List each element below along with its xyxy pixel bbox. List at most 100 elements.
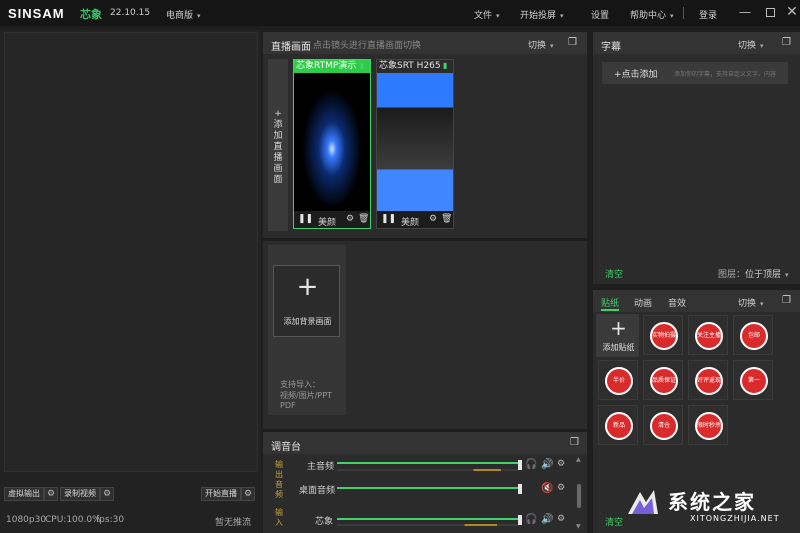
tab-sound-effects[interactable]: 音效 — [668, 296, 686, 309]
pause-icon[interactable]: ❚❚ — [381, 214, 396, 224]
subtitle-clear-button[interactable]: 清空 — [605, 267, 623, 280]
sticker-item[interactable]: 包邮 — [733, 315, 773, 355]
gear-icon[interactable]: ⚙ — [100, 487, 114, 501]
level-bar — [337, 469, 519, 471]
tab-active-indicator — [601, 309, 619, 311]
subtitle-title: 字幕 — [601, 42, 621, 53]
channel-meter[interactable] — [337, 518, 519, 526]
sticker-item[interactable]: 第一 — [733, 360, 773, 400]
signal-icon: ▮ — [360, 61, 365, 70]
beauty-button[interactable]: 美颜 — [318, 215, 336, 228]
sticker-item[interactable]: 限时秒杀 — [688, 405, 728, 445]
volume-slider-handle[interactable] — [518, 484, 522, 494]
settings-menu[interactable]: 设置 — [591, 8, 609, 21]
add-subtitle-button[interactable]: +点击添加 添加你的字幕，支持自定义文字、内容 — [602, 62, 788, 84]
volume-slider-handle[interactable] — [518, 515, 522, 525]
gear-icon[interactable]: ⚙ — [241, 487, 255, 501]
scroll-up-icon[interactable]: ▲ — [576, 456, 581, 463]
watermark-brand: 系统之家 — [668, 490, 756, 514]
subtitle-switch-dropdown[interactable]: 切换 ▾ — [738, 38, 764, 51]
layer-dropdown[interactable]: 位于顶层 ▾ — [745, 267, 789, 280]
minimize-icon[interactable]: — — [737, 4, 753, 20]
close-icon[interactable]: ✕ — [784, 4, 800, 20]
chevron-down-icon: ▾ — [496, 12, 500, 20]
login-button[interactable]: 登录 — [699, 8, 717, 21]
stickers-switch-dropdown[interactable]: 切换 ▾ — [738, 296, 764, 309]
sticker-seal: 关注主播福利多多 — [695, 322, 723, 350]
live-switch-dropdown[interactable]: 切换 ▾ — [528, 38, 554, 51]
mixer-scrollbar[interactable]: ▲ ▼ — [576, 456, 582, 532]
help-menu[interactable]: 帮助中心 ▾ — [630, 8, 674, 21]
speaker-icon[interactable]: 🔊 — [541, 514, 553, 525]
file-menu-label: 文件 — [474, 11, 493, 21]
plus-icon: + — [610, 316, 627, 340]
sticker-item[interactable]: 品质保证 — [643, 360, 683, 400]
sticker-item[interactable]: 关注主播福利多多 — [688, 315, 728, 355]
popout-icon[interactable]: ❐ — [782, 37, 791, 48]
sticker-seal: 新品 — [605, 412, 633, 440]
tab-animations[interactable]: 动画 — [634, 296, 652, 309]
sticker-seal: 半价 — [605, 367, 633, 395]
scene-tile[interactable]: 芯象SRT H265 ▮ ❚❚ 美颜 ⚙ 🗑 — [376, 59, 454, 229]
live-switch-label: 切换 — [528, 41, 547, 51]
sticker-item[interactable]: 半价 — [598, 360, 638, 400]
edition-dropdown[interactable]: 电商版 ▾ — [166, 8, 201, 21]
record-video-button[interactable]: 录制视频 — [60, 487, 100, 501]
gear-icon[interactable]: ⚙ — [44, 487, 58, 501]
trash-icon[interactable]: 🗑 — [358, 214, 369, 224]
popout-icon[interactable]: ❐ — [782, 295, 791, 306]
background-column: + 添加背景画面 支持导入： 视频/图片/PPT PDF — [268, 245, 346, 415]
speaker-muted-icon[interactable]: 🔇 — [541, 483, 553, 494]
gear-icon[interactable]: ⚙ — [557, 483, 565, 493]
channel-meter[interactable] — [337, 487, 519, 489]
start-live-button[interactable]: 开始直播 — [201, 487, 241, 501]
sticker-item[interactable]: 实物拍摄 — [643, 315, 683, 355]
maximize-icon[interactable] — [762, 4, 778, 20]
gear-icon[interactable]: ⚙ — [346, 214, 354, 224]
add-sticker-button[interactable]: + 添加贴纸 — [596, 314, 639, 357]
headphones-icon[interactable]: 🎧 — [525, 514, 537, 525]
add-live-char: 添 — [273, 120, 283, 130]
sticker-item[interactable]: 好评返现 — [688, 360, 728, 400]
sticker-seal: 清仓 — [650, 412, 678, 440]
speaker-icon[interactable]: 🔊 — [541, 459, 553, 470]
beauty-button[interactable]: 美颜 — [401, 215, 419, 228]
output-char: 音 — [275, 480, 283, 489]
add-subtitle-hint: 添加你的字幕，支持自定义文字、内容 — [674, 71, 777, 78]
popout-icon[interactable]: ❐ — [570, 437, 579, 448]
virtual-output-button[interactable]: 虚拟输出 — [4, 487, 44, 501]
channel-meter[interactable] — [337, 462, 519, 471]
scroll-down-icon[interactable]: ▼ — [576, 523, 581, 530]
add-background-label: 添加背景画面 — [283, 317, 332, 326]
trash-icon[interactable]: 🗑 — [441, 214, 452, 224]
program-preview — [4, 32, 258, 472]
add-live-char: 播 — [273, 153, 283, 163]
sticker-item[interactable]: 清仓 — [643, 405, 683, 445]
volume-slider-handle[interactable] — [518, 460, 522, 470]
add-live-char: 直 — [273, 142, 283, 152]
sticker-item[interactable]: 新品 — [598, 405, 638, 445]
chevron-down-icon: ▾ — [785, 271, 789, 279]
live-scenes-title: 直播画面 — [271, 42, 311, 53]
scene-tile[interactable]: 芯象RTMP演示 ▮ ❚❚ 美颜 ⚙ 🗑 — [293, 59, 371, 229]
pause-icon[interactable]: ❚❚ — [298, 214, 313, 224]
gear-icon[interactable]: ⚙ — [429, 214, 437, 224]
start-cast-menu[interactable]: 开始投屏 ▾ — [520, 8, 564, 21]
sticker-seal: 包邮 — [740, 322, 768, 350]
headphones-icon[interactable]: 🎧 — [525, 459, 537, 470]
chevron-down-icon: ▾ — [197, 12, 201, 20]
tab-stickers[interactable]: 贴纸 — [601, 296, 619, 309]
gear-icon[interactable]: ⚙ — [557, 459, 565, 469]
gear-icon[interactable]: ⚙ — [557, 514, 565, 524]
output-char: 输 — [275, 460, 283, 469]
add-background-button[interactable]: + 添加背景画面 — [273, 265, 340, 337]
add-live-scene-button[interactable]: + 添 加 直 播 画 面 — [268, 59, 288, 231]
add-live-char: 面 — [273, 175, 283, 185]
live-scenes-header: 直播画面 点击镜头进行直播画面切换 切换 ▾ ❐ — [263, 32, 587, 54]
file-menu[interactable]: 文件 ▾ — [474, 8, 500, 21]
popout-icon[interactable]: ❐ — [568, 37, 577, 48]
signal-icon: ▮ — [443, 61, 448, 70]
sticker-clear-button[interactable]: 清空 — [605, 515, 623, 528]
volume-bar — [337, 518, 519, 520]
scrollbar-thumb[interactable] — [577, 484, 581, 508]
